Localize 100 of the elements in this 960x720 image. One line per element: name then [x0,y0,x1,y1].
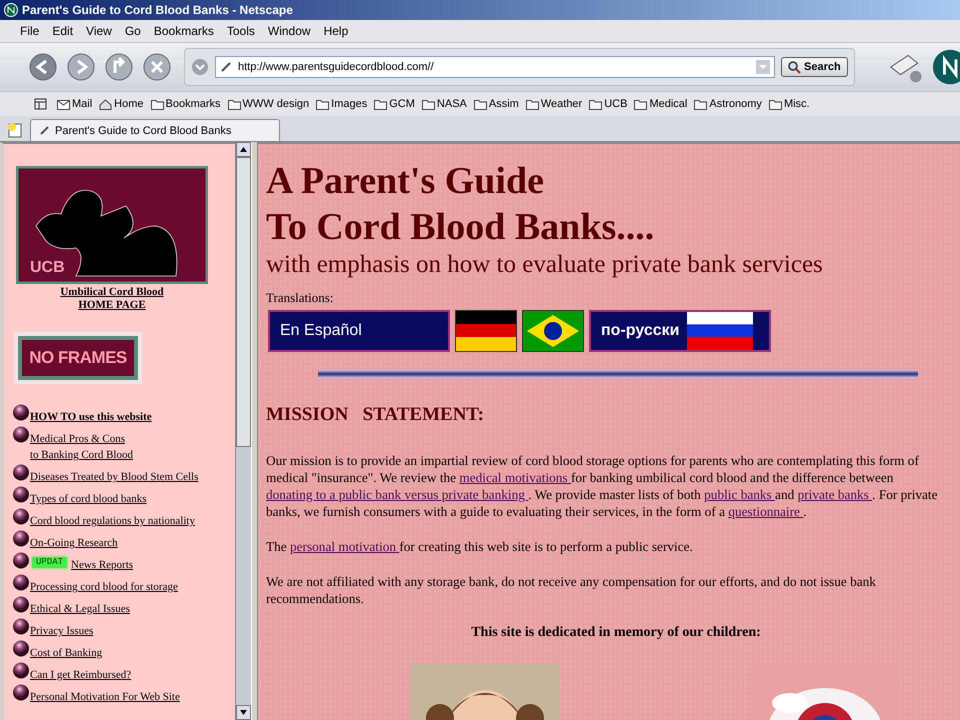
dedication: This site is dedicated in memory of our children: [470,625,762,641]
page-icon [220,61,232,73]
bullet-icon [12,640,30,657]
search-button[interactable]: Search [781,57,848,77]
text-link[interactable]: public banks [704,487,776,502]
window-title: Parent's Guide to Cord Blood Banks - Netscape [22,3,293,17]
nav-link[interactable]: Diseases Treated by Blood Stem Cells [30,469,198,485]
folder-icon [526,98,539,110]
text-link[interactable]: donating to a public bank versus private banking [266,487,528,502]
nav-link[interactable]: Types of cord blood banks [30,491,147,507]
bullet-icon [12,404,30,421]
dropdown-icon[interactable] [191,58,209,76]
russian-link[interactable]: по-русски [589,310,771,352]
update-badge: UPDAT [32,557,68,568]
menu-item[interactable]: Help [324,24,348,38]
ucb-logo[interactable]: UCB [16,166,208,284]
text-link[interactable]: personal motivation [290,539,400,554]
folder-icon [768,98,782,110]
paragraph: The personal motivation for creating this web site is to perform a public service. [266,538,694,555]
bullet-icon [12,574,30,591]
search-icon [788,60,801,74]
bullet-icon [12,464,30,481]
app-icon [4,3,18,17]
bullet-icon [12,426,30,443]
section-heading: MISSION STATEMENT: [266,404,486,426]
scroll-up-icon[interactable] [236,142,251,157]
folder-icon [422,98,435,110]
bullet-icon [12,552,30,569]
bookmark-folder[interactable]: GCM [374,98,415,110]
bookmark-folder[interactable]: UCB [589,98,628,110]
menu-item[interactable]: Tools [226,24,255,38]
nav-link[interactable]: On-Going Research [30,535,118,551]
bookmark-folder[interactable]: Images [316,98,368,110]
bookmark-folder[interactable]: Medical [634,98,688,110]
bookmark-folder[interactable]: Misc. [768,98,810,110]
bookmark-folder[interactable]: NASA [422,98,467,110]
text-link[interactable]: medical motivations [459,470,571,485]
translations-label: Translations: [266,290,334,306]
menu-item[interactable]: Window [268,24,311,38]
menu-item[interactable]: Edit [52,24,74,38]
nav-link[interactable]: Cord blood regulations by nationality [30,513,195,529]
scroll-down-icon[interactable] [236,705,251,720]
url-field[interactable]: http://www.parentsguidecordblood.com// [215,56,775,78]
new-tab-icon[interactable] [6,121,24,139]
german-flag-icon[interactable] [455,310,517,352]
nav-link[interactable]: Can I get Reimbursed? [30,667,132,683]
folder-icon [589,98,602,110]
menu-item[interactable]: View [86,24,112,38]
bookmark-folder[interactable]: Bookmarks [150,98,221,110]
home-icon [99,98,112,110]
spanish-link[interactable]: En Español [268,310,450,352]
mail-button[interactable]: Mail [57,98,92,110]
forward-icon[interactable] [66,52,96,82]
bullet-icon [12,486,30,503]
nav-link[interactable]: Processing cord blood for storage [30,579,178,595]
page-title: A Parent's Guide [266,159,545,204]
paragraph: We are not affiliated with any storage bank, do not receive any compensation for our efforts, and do not issue bank recommendations. [266,573,877,607]
bullet-icon [12,508,30,525]
text-link[interactable]: private banks [798,487,872,502]
bullet-icon [12,596,30,613]
page-icon [39,125,50,136]
paragraph: Our mission is to provide an impartial review of cord blood storage options for parents who are contemplating this form of medical "insurance". We review the medical motivations for banking umbilical cord blood and the difference between donating to a public bank versus private banking . We provide master lists of both public banks and private banks . For private banks, we furnish consumers with a guide to evaluating their services, in the form of a questionnaire . [266,452,939,520]
stop-icon[interactable] [142,52,172,82]
page-subtitle: with emphasis on how to evaluate private bank services [266,250,824,280]
menu-item[interactable]: Bookmarks [154,24,214,38]
nav-link[interactable]: Ethical & Legal Issues [30,601,130,617]
home-button[interactable]: Home [99,98,144,110]
menu-item[interactable]: File [20,24,40,38]
mail-icon [57,98,70,110]
nav-link[interactable]: Personal Motivation For Web Site [30,689,180,705]
menu-item[interactable]: Go [124,24,141,38]
folder-icon [474,98,487,110]
folder-icon [694,98,708,110]
bullet-icon [12,530,30,547]
text-link[interactable]: questionnaire [728,504,804,519]
nav-link[interactable]: News Reports [71,557,134,573]
bullet-icon [12,662,30,679]
bookmark-folder[interactable]: WWW design [228,98,310,110]
bookmark-folder[interactable]: Assim [474,98,519,110]
back-icon[interactable] [28,52,58,82]
home-page-link[interactable]: Umbilical Cord Blood HOME PAGE [12,286,212,312]
folder-icon [634,98,648,110]
scrollbar-thumb[interactable] [236,157,251,447]
bookmark-folder[interactable]: Weather [526,98,582,110]
bookmark-folder[interactable]: Astronomy [694,98,762,110]
nav-link[interactable]: Cost of Banking [30,645,102,661]
folder-icon [228,98,241,110]
nav-link[interactable]: HOW TO use this website [30,409,152,425]
folder-icon [374,98,388,110]
reload-icon[interactable] [104,52,134,82]
brazilian-flag-icon[interactable] [522,310,584,352]
nav-link[interactable]: Privacy Issues [30,623,94,639]
bullet-icon [12,684,30,701]
logo-text: UCB [30,259,65,276]
folder-icon [316,98,330,110]
nav-link[interactable]: Medical Pros & Cons to Banking Cord Blood [30,431,133,463]
folder-icon [150,98,164,110]
browser-tab[interactable]: Parent's Guide to Cord Blood Banks [30,119,280,141]
russian-flag-icon [687,312,754,350]
netscape-logo-icon[interactable] [931,49,960,85]
